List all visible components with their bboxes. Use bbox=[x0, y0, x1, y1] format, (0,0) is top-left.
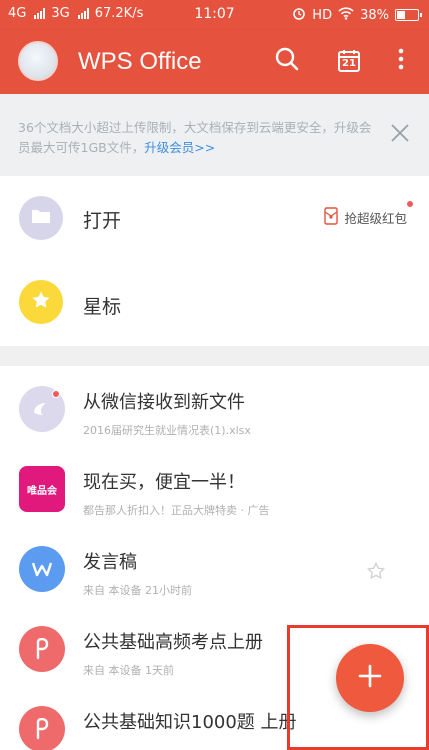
item-title: 发言稿 bbox=[83, 552, 137, 573]
upgrade-banner: 36个文档大小超过上传限制，大文档保存到云端更安全，升级会员最大可传1GB文件，… bbox=[0, 94, 429, 176]
new-document-button[interactable] bbox=[336, 644, 404, 712]
alarm-icon bbox=[292, 6, 306, 24]
banner-text: 36个文档大小超过上传限制，大文档保存到云端更安全，升级会员最大可传1GB文件，… bbox=[18, 118, 378, 158]
list-item[interactable]: 发言稿 来自 本设备 21小时前 bbox=[0, 530, 429, 610]
close-icon bbox=[389, 124, 411, 148]
open-row[interactable]: 打开 抢超级红包 bbox=[0, 176, 429, 260]
banner-close-button[interactable] bbox=[389, 122, 411, 144]
wps-writer-icon bbox=[19, 546, 65, 592]
status-right: HD 38% bbox=[292, 6, 422, 24]
unread-dot bbox=[52, 390, 60, 398]
vip-ad-icon: 唯品会 bbox=[19, 466, 65, 512]
open-label: 打开 bbox=[83, 210, 122, 232]
star-row[interactable]: 星标 bbox=[0, 260, 429, 344]
gift-label: 抢超级红包 bbox=[344, 211, 407, 226]
red-envelope-icon bbox=[324, 207, 339, 228]
battery-fill bbox=[397, 11, 406, 19]
star-icon bbox=[31, 290, 51, 314]
app-title: WPS Office bbox=[78, 48, 202, 75]
quick-actions: 打开 抢超级红包 星标 bbox=[0, 176, 429, 346]
item-title: 现在买，便宜一半！ bbox=[83, 472, 245, 493]
item-subtitle: 2016届研究生就业情况表(1).xlsx bbox=[83, 424, 251, 437]
item-title: 从微信接收到新文件 bbox=[83, 392, 245, 413]
wps-pdf-icon bbox=[19, 706, 65, 750]
star-toggle[interactable] bbox=[366, 561, 386, 580]
item-subtitle: 来自 本设备 1天前 bbox=[83, 664, 174, 677]
list-item[interactable]: 唯品会 现在买，便宜一半！ 都告那人折扣入！正品大牌特卖 · 广告 bbox=[0, 450, 429, 530]
wifi-icon bbox=[338, 6, 354, 24]
item-title: 公共基础知识1000题 上册 bbox=[83, 712, 297, 733]
more-vertical-icon bbox=[398, 47, 404, 75]
battery-percent: 38% bbox=[360, 7, 389, 23]
star-icon-circle bbox=[19, 280, 63, 324]
item-subtitle: 都告那人折扣入！正品大牌特卖 · 广告 bbox=[83, 504, 270, 517]
status-bar: 4G 3G 67.2K/s 11:07 HD 38% bbox=[0, 0, 429, 30]
calendar-day: 21 bbox=[342, 58, 356, 69]
vip-ad-text: 唯品会 bbox=[27, 485, 57, 497]
list-item[interactable]: 从微信接收到新文件 2016届研究生就业情况表(1).xlsx bbox=[0, 370, 429, 450]
calendar-icon: 21 bbox=[336, 48, 362, 74]
folder-icon bbox=[31, 208, 51, 228]
search-button[interactable] bbox=[272, 46, 302, 76]
search-icon bbox=[274, 46, 300, 76]
item-title: 公共基础高频考点上册 bbox=[83, 632, 263, 653]
upgrade-link[interactable]: 升级会员>> bbox=[144, 140, 215, 155]
wps-pdf-icon bbox=[19, 626, 65, 672]
open-icon-circle bbox=[19, 196, 63, 240]
more-button[interactable] bbox=[386, 46, 416, 76]
hd-label: HD bbox=[312, 7, 333, 23]
red-envelope-button[interactable]: 抢超级红包 bbox=[324, 201, 413, 228]
avatar[interactable] bbox=[18, 41, 58, 81]
notification-dot bbox=[407, 201, 413, 207]
app-bar: WPS Office 21 bbox=[0, 30, 429, 94]
plus-icon bbox=[356, 662, 384, 694]
star-label: 星标 bbox=[83, 296, 122, 318]
battery-icon bbox=[395, 9, 422, 21]
item-subtitle: 来自 本设备 21小时前 bbox=[83, 584, 192, 597]
calendar-button[interactable]: 21 bbox=[334, 46, 364, 76]
star-outline-icon bbox=[366, 561, 386, 584]
